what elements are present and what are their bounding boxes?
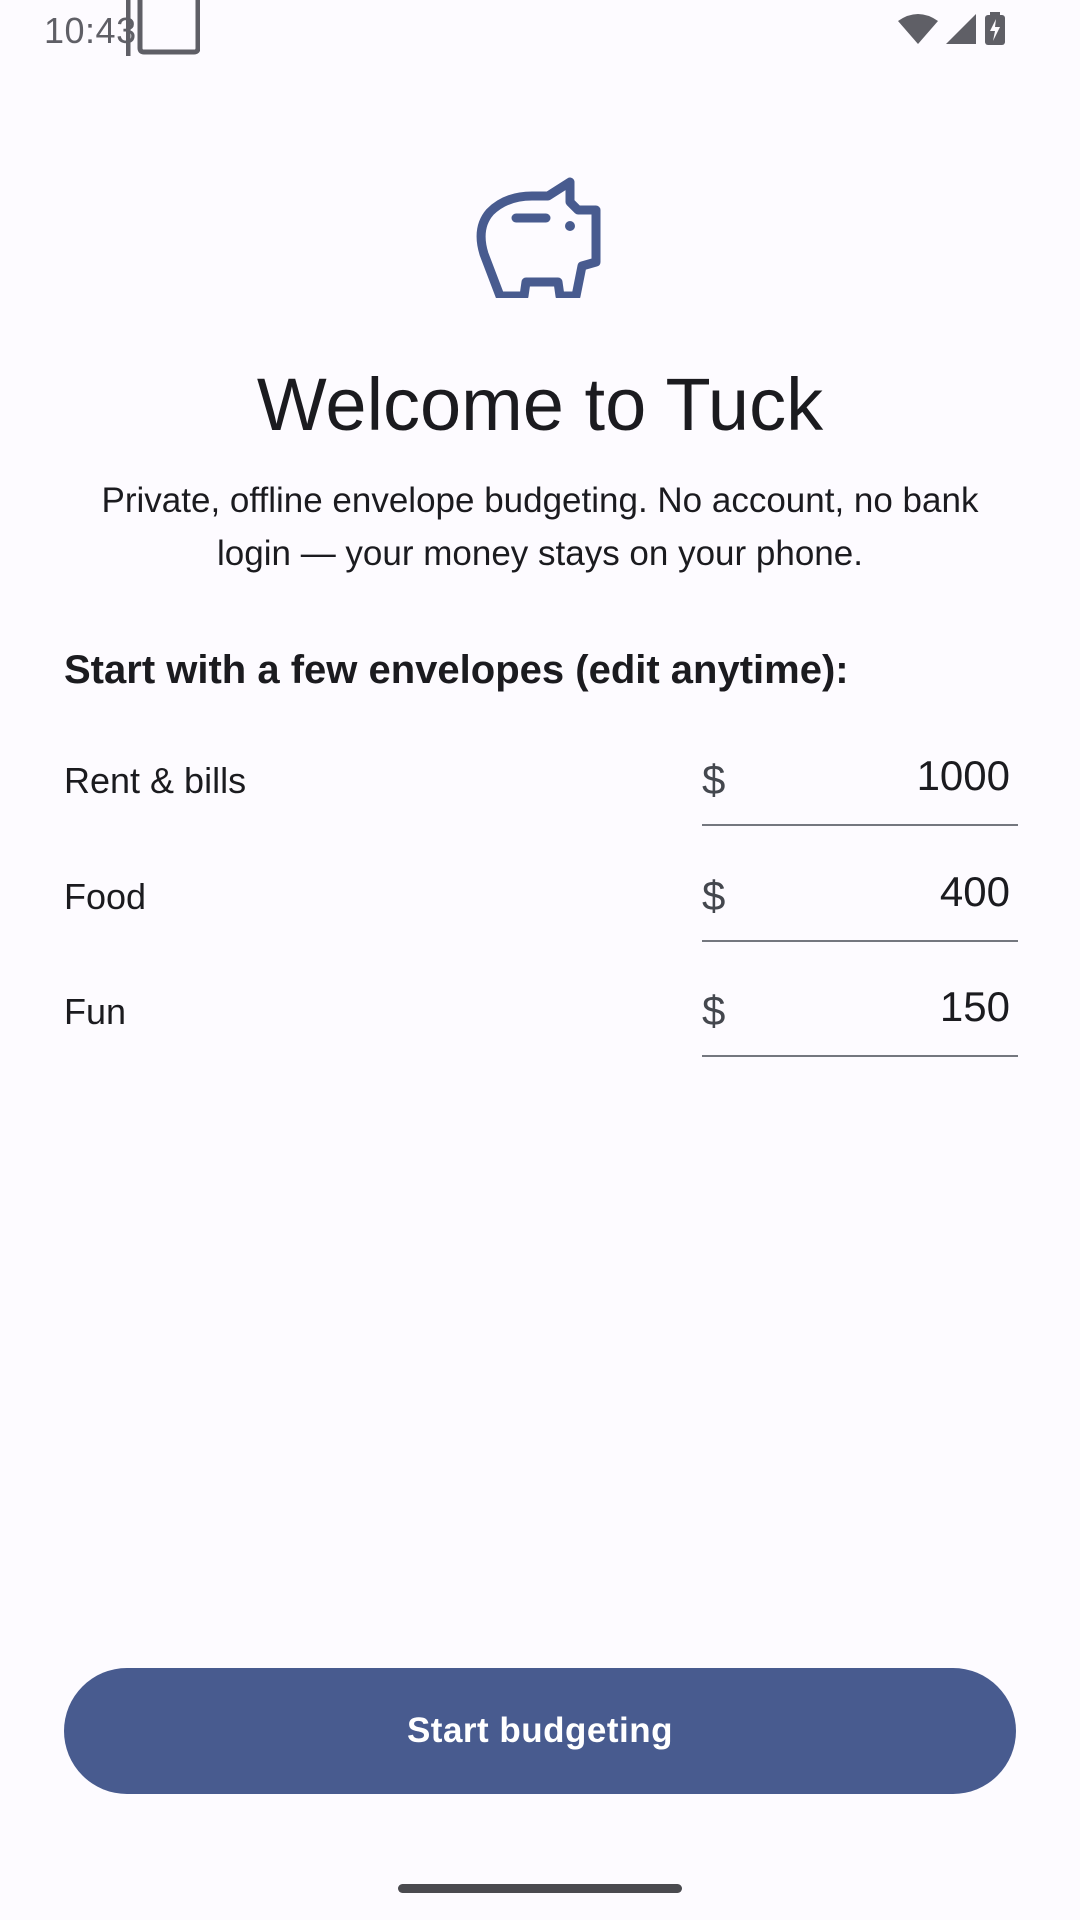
battery-charging-icon bbox=[985, 12, 1005, 45]
amount-input-food[interactable] bbox=[770, 868, 1010, 916]
amount-field[interactable]: $ bbox=[702, 951, 1018, 1057]
envelope-name: Fun bbox=[64, 991, 127, 1032]
envelopes-heading: Start with a few envelopes (edit anytime… bbox=[64, 648, 849, 692]
amount-field[interactable]: $ bbox=[702, 720, 1018, 826]
notification-placeholder-icon bbox=[126, 0, 200, 56]
currency-symbol: $ bbox=[702, 872, 726, 919]
amount-input-rent[interactable] bbox=[770, 752, 1010, 800]
start-budgeting-button[interactable]: Start budgeting bbox=[64, 1668, 1016, 1794]
status-bar: 10:43 bbox=[0, 0, 1080, 64]
envelope-row-rent: Rent & bills $ bbox=[64, 720, 1018, 826]
home-indicator[interactable] bbox=[398, 1884, 682, 1893]
amount-input-fun[interactable] bbox=[770, 983, 1010, 1031]
currency-symbol: $ bbox=[702, 987, 726, 1034]
page-title: Welcome to Tuck bbox=[256, 363, 824, 446]
status-icons bbox=[898, 12, 1006, 46]
wifi-icon bbox=[898, 14, 938, 44]
piggy-bank-icon bbox=[476, 177, 601, 298]
status-time: 10:43 bbox=[44, 10, 137, 51]
cellular-signal-icon bbox=[946, 14, 976, 44]
welcome-subtitle: Private, offline envelope budgeting. No … bbox=[101, 481, 979, 573]
amount-field[interactable]: $ bbox=[702, 836, 1018, 942]
envelope-row-fun: Fun $ bbox=[64, 951, 1018, 1057]
envelope-row-food: Food $ bbox=[64, 836, 1018, 942]
currency-symbol: $ bbox=[702, 756, 726, 803]
envelope-name: Food bbox=[64, 876, 147, 917]
envelope-name: Rent & bills bbox=[64, 760, 247, 801]
